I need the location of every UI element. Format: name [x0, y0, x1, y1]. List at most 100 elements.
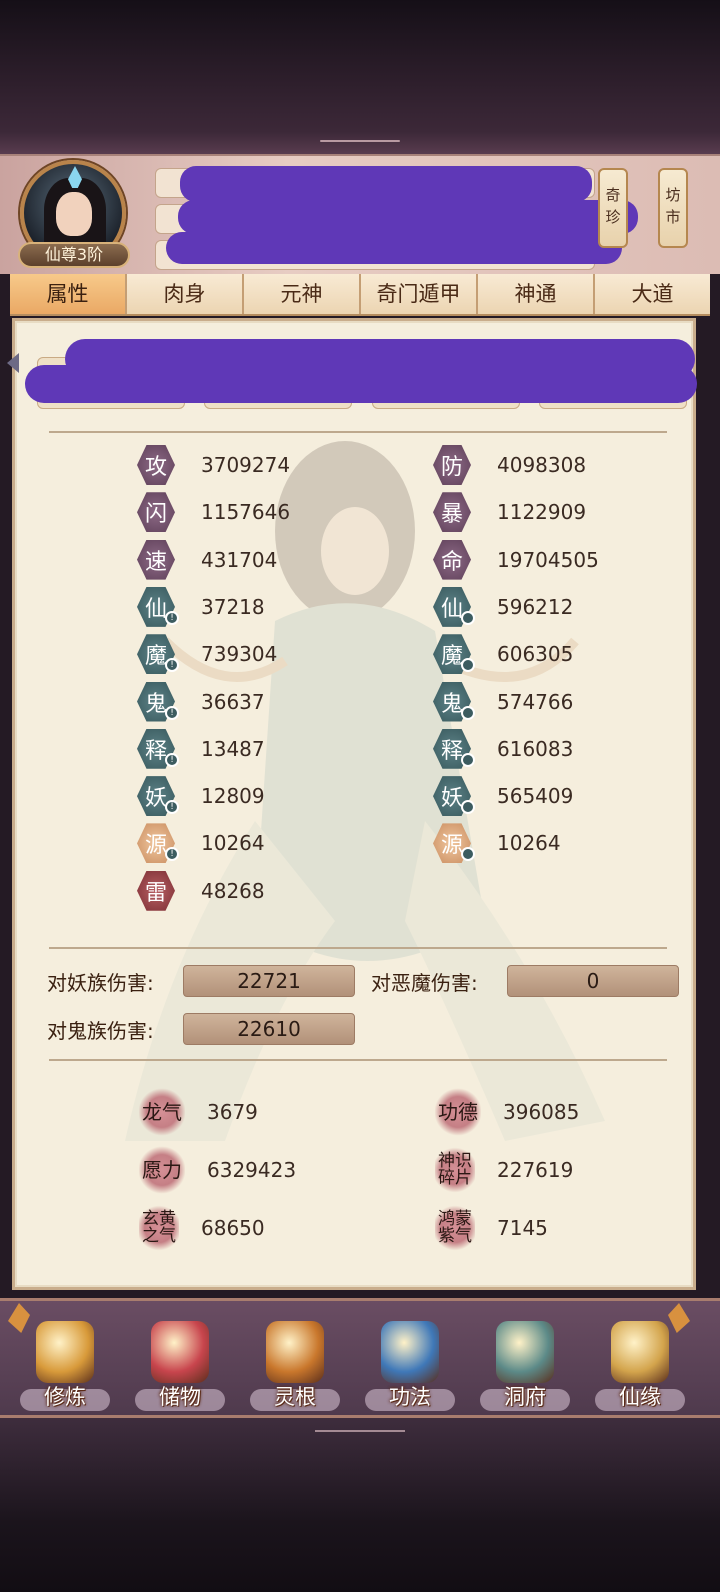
stat-row: 暴 1122909 [433, 490, 586, 534]
cave-mansion-icon [496, 1321, 554, 1383]
stat-glyph-icon[interactable]: 闪 [137, 492, 175, 533]
redaction-mark [166, 232, 622, 264]
divider [49, 431, 667, 433]
left-arrow-icon[interactable] [7, 353, 19, 373]
misc-stat-row: 玄黄之气 68650 [139, 1203, 265, 1253]
misc-stat-value: 227619 [497, 1158, 574, 1182]
stat-glyph-icon[interactable]: 防 [433, 445, 471, 485]
stat-value: 1157646 [201, 500, 291, 525]
nav-item-label: 灵根 [274, 1385, 316, 1409]
nav-item-2[interactable]: 灵根 [240, 1315, 350, 1415]
stat-row: 魔! 739304 [137, 632, 277, 676]
stat-row: 释 616083 [433, 727, 573, 771]
nav-item-label: 仙缘 [619, 1385, 661, 1409]
stat-row: 释! 13487 [137, 727, 265, 771]
tab-soul[interactable]: 元神 [244, 274, 361, 314]
nav-item-5[interactable]: 仙缘 [585, 1315, 695, 1415]
misc-stat-row: 愿力 6329423 [139, 1145, 296, 1195]
top-ornament [0, 128, 720, 154]
stat-value: 10264 [201, 831, 265, 856]
market-button[interactable]: 坊市 [658, 168, 688, 248]
nav-item-label: 储物 [159, 1385, 201, 1409]
misc-stat-label[interactable]: 愿力 [139, 1145, 185, 1195]
player-header: 仙尊3阶 奇珍 坊市 [0, 154, 720, 274]
cultivate-icon [36, 1321, 94, 1383]
stat-row: 雷 48268 [137, 869, 265, 913]
circle-badge-icon [461, 847, 475, 862]
stat-row: 防 4098308 [433, 443, 586, 487]
misc-stat-label[interactable]: 龙气 [139, 1087, 185, 1137]
misc-stat-row: 功德 396085 [435, 1087, 579, 1137]
gourd-icon [611, 1321, 669, 1383]
damage-vs-ghost-label: 对鬼族伤害: [47, 1018, 154, 1043]
stat-row: 仙 596212 [433, 585, 573, 629]
damage-vs-ghost: 对鬼族伤害: 22610 [47, 1013, 355, 1045]
stat-glyph-icon[interactable]: 命 [433, 539, 471, 580]
rank-label: 仙尊3阶 [18, 242, 130, 268]
stat-value: 19704505 [497, 547, 599, 572]
nav-item-label: 洞府 [504, 1385, 546, 1409]
stat-value: 10264 [497, 831, 561, 856]
warning-badge-icon: ! [165, 800, 179, 815]
stat-row: 仙! 37218 [137, 585, 265, 629]
stat-value: 4098308 [497, 453, 587, 477]
misc-stat-label[interactable]: 鸿蒙紫气 [435, 1203, 475, 1253]
tab-divine-power[interactable]: 神通 [478, 274, 595, 314]
bottom-ornament [0, 1430, 720, 1432]
warning-badge-icon: ! [165, 658, 179, 673]
misc-stat-row: 神识碎片 227619 [435, 1145, 573, 1195]
rare-treasure-button[interactable]: 奇珍 [598, 168, 628, 248]
circle-badge-icon [461, 658, 475, 673]
stat-value: 3709274 [201, 453, 291, 477]
misc-stat-value: 7145 [497, 1216, 548, 1240]
avatar-face [56, 192, 92, 236]
stat-row: 源 10264 [433, 821, 561, 865]
misc-stat-label[interactable]: 功德 [435, 1087, 481, 1137]
stat-value: 596212 [497, 594, 574, 619]
stat-value: 431704 [201, 547, 278, 572]
tab-body[interactable]: 肉身 [127, 274, 244, 314]
circle-badge-icon [461, 752, 475, 767]
storage-bag-icon [151, 1321, 209, 1383]
stat-row: 妖 565409 [433, 774, 573, 818]
stat-row: 速 431704 [137, 538, 277, 582]
stat-glyph-icon[interactable]: 速 [137, 539, 175, 580]
misc-stat-value: 3679 [207, 1100, 258, 1124]
nav-item-3[interactable]: 功法 [355, 1315, 465, 1415]
warning-badge-icon: ! [165, 705, 179, 720]
stat-value: 48268 [201, 878, 265, 903]
damage-vs-demon: 对恶魔伤害: 0 [371, 965, 679, 997]
misc-stat-value: 68650 [201, 1216, 265, 1240]
nav-item-label: 功法 [389, 1385, 431, 1409]
redaction-mark [178, 200, 638, 234]
stat-value: 616083 [497, 736, 574, 761]
stat-row: 攻 3709274 [137, 443, 290, 487]
redaction-mark [25, 365, 697, 403]
tab-attributes[interactable]: 属性 [10, 274, 127, 314]
stat-row: 鬼 574766 [433, 680, 573, 724]
misc-stat-value: 396085 [503, 1100, 580, 1124]
misc-stat-label[interactable]: 神识碎片 [435, 1145, 475, 1195]
stat-glyph-icon[interactable]: 攻 [137, 445, 175, 485]
stat-glyph-icon[interactable]: 暴 [433, 492, 471, 533]
stat-row: 源! 10264 [137, 821, 265, 865]
circle-badge-icon [461, 610, 475, 625]
damage-vs-ghost-value: 22610 [183, 1013, 355, 1045]
stat-value: 606305 [497, 642, 574, 667]
attribute-panel: 攻 3709274 闪 1157646 速 431704 仙! 37218 魔! 739304 鬼!… [7, 318, 697, 1290]
stat-value: 565409 [497, 784, 574, 809]
misc-stat-label[interactable]: 玄黄之气 [139, 1203, 179, 1253]
misc-stat-row: 龙气 3679 [139, 1087, 258, 1137]
spirit-root-icon [266, 1321, 324, 1383]
tab-dao[interactable]: 大道 [595, 274, 710, 314]
stat-value: 1122909 [497, 500, 587, 525]
circle-badge-icon [461, 800, 475, 815]
tab-qimen[interactable]: 奇门遁甲 [361, 274, 478, 314]
stat-value: 37218 [201, 594, 265, 619]
redaction-mark [180, 166, 592, 202]
nav-item-0[interactable]: 修炼 [10, 1315, 120, 1415]
stat-glyph-icon[interactable]: 雷 [137, 870, 175, 911]
stat-value: 12809 [201, 784, 265, 809]
nav-item-4[interactable]: 洞府 [470, 1315, 580, 1415]
nav-item-1[interactable]: 储物 [125, 1315, 235, 1415]
